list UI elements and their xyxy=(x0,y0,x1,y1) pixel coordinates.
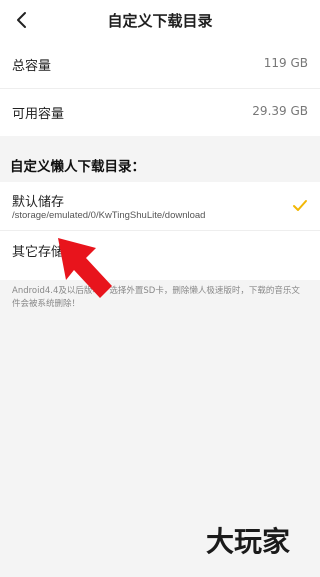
section-title: 自定义懒人下载目录： xyxy=(10,159,145,175)
option-default-title: 默认储存 xyxy=(12,195,65,210)
pointer-arrow-icon xyxy=(58,238,112,298)
page-title: 自定义下载目录 xyxy=(107,12,213,30)
header-bar: 自定义下载目录 xyxy=(0,0,320,40)
svg-text:大玩家: 大玩家 xyxy=(206,525,290,558)
option-default-storage[interactable]: 默认储存 /storage/emulated/0/KwTingShuLite/d… xyxy=(0,182,320,230)
available-capacity-value: 29.39 GB xyxy=(252,104,308,118)
storage-card: 总容量 119 GB 可用容量 29.39 GB xyxy=(0,40,320,136)
watermark-logo: 大玩家 xyxy=(206,525,290,558)
available-capacity-label: 可用容量 xyxy=(12,107,65,122)
directory-options-card: 默认储存 /storage/emulated/0/KwTingShuLite/d… xyxy=(0,182,320,280)
available-capacity-row: 可用容量 29.39 GB xyxy=(0,88,320,136)
option-other-storage[interactable]: 其它存储 xyxy=(0,231,320,279)
total-capacity-label: 总容量 xyxy=(12,59,52,74)
check-icon xyxy=(293,200,307,211)
total-capacity-row: 总容量 119 GB xyxy=(0,40,320,88)
total-capacity-value: 119 GB xyxy=(263,56,308,70)
option-default-path: /storage/emulated/0/KwTingShuLite/downlo… xyxy=(12,210,206,221)
